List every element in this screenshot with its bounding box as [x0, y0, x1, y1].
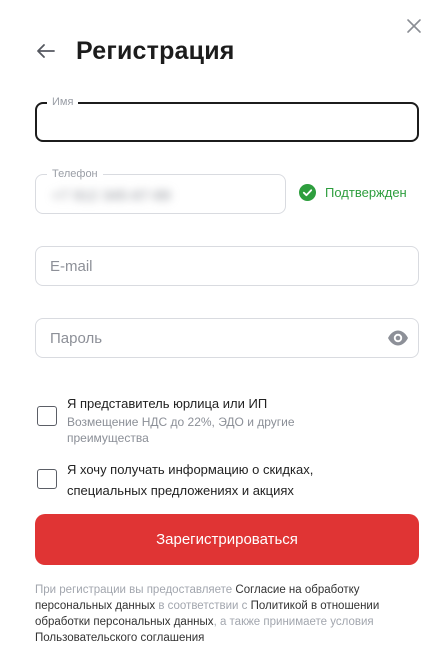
- password-field: [35, 318, 419, 358]
- user-agreement-link[interactable]: Пользовательского соглашения: [35, 632, 204, 644]
- name-input[interactable]: [51, 104, 403, 140]
- back-button[interactable]: [36, 40, 58, 62]
- phone-input[interactable]: +7 912 345-67-89: [52, 187, 171, 203]
- phone-verified-badge: Подтвержден: [299, 184, 407, 201]
- legal-entity-checkbox[interactable]: [37, 406, 57, 426]
- email-input[interactable]: [50, 247, 404, 285]
- header: Регистрация: [36, 34, 235, 68]
- page-title: Регистрация: [76, 36, 235, 65]
- legal-text-3: , а также принимаете условия: [213, 616, 374, 628]
- password-input[interactable]: [50, 319, 374, 357]
- phone-label: Телефон: [47, 168, 103, 181]
- phone-field: Телефон +7 912 345-67-89: [35, 168, 286, 214]
- email-field: [35, 246, 419, 286]
- promo-subscription-text: Я хочу получать информацию о скидках, сп…: [67, 459, 377, 501]
- legal-entity-label: Я представитель юрлица или ИП: [67, 396, 268, 411]
- show-password-button[interactable]: [387, 329, 409, 347]
- close-button[interactable]: [404, 16, 424, 36]
- close-icon: [407, 19, 421, 33]
- legal-entity-sublabel: Возмещение НДС до 22%, ЭДО и другие преи…: [67, 415, 295, 445]
- legal-text-2: в соответствии с: [155, 600, 251, 612]
- name-field: Имя: [35, 96, 419, 142]
- arrow-left-icon: [37, 44, 55, 58]
- register-button[interactable]: Зарегистрироваться: [35, 514, 419, 565]
- registration-panel: Регистрация Имя Телефон +7 912 345-67-89…: [0, 0, 438, 663]
- promo-subscription-label: Я хочу получать информацию о скидках, сп…: [67, 462, 314, 498]
- phone-status-text: Подтвержден: [325, 185, 407, 200]
- legal-notice: При регистрации вы предоставляете Соглас…: [35, 582, 423, 646]
- promo-subscription-checkbox[interactable]: [37, 469, 57, 489]
- legal-entity-option: Я представитель юрлица или ИП Возмещение…: [37, 393, 377, 446]
- check-circle-icon: [299, 184, 316, 201]
- legal-entity-text: Я представитель юрлица или ИП Возмещение…: [67, 393, 377, 446]
- eye-icon: [388, 330, 408, 346]
- legal-text-1: При регистрации вы предоставляете: [35, 584, 236, 596]
- promo-subscription-option: Я хочу получать информацию о скидках, сп…: [37, 459, 377, 501]
